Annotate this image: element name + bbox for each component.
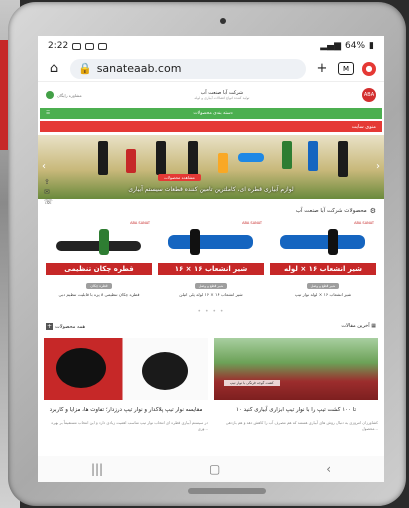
notification-icon [72, 42, 82, 50]
product-name[interactable]: قطره چکان تنظیمی ۸ پره با قابلیت تنظیم د… [59, 292, 140, 298]
banner-valve [238, 153, 264, 162]
product-card[interactable]: ABA SANAT قطره چکان تنظیمی قطره چکان قطر… [46, 219, 152, 298]
home-icon[interactable]: ⌂ [46, 61, 62, 76]
status-bar: 2:22 ▂▄▆ 64% ▮ [38, 36, 384, 56]
chat-icon[interactable]: ✉ [44, 188, 53, 196]
tablet-home-bar [188, 488, 266, 494]
banner-fitting [218, 153, 228, 173]
share-icon[interactable]: ⇪ [44, 178, 53, 186]
all-products-link[interactable]: + همه محصولات [46, 323, 86, 331]
product-category[interactable]: شیر قطع و وصل [194, 283, 228, 289]
battery-level: 64% [345, 41, 366, 51]
articles-label: آخرین مقالات [341, 323, 370, 330]
product-shape [99, 229, 109, 255]
hamburger-icon: ☰ [46, 111, 51, 116]
product-shape [189, 229, 200, 255]
browser-toolbar: ⌂ 🔒 sanateaab.com + M ● [38, 56, 384, 82]
site-menu-bar[interactable]: منوی سایت [40, 121, 382, 132]
article-image-label: کشت گوجه فرنگی با نوار تیپ [224, 380, 280, 387]
article-excerpt: کشاورزان امروزی به دنبال روش های آبیاری … [225, 419, 378, 431]
banner-fitting [308, 141, 318, 171]
banner-fitting [156, 141, 166, 175]
new-tab-plus-icon[interactable]: + [314, 61, 330, 76]
front-camera [220, 18, 226, 24]
hero-banner[interactable]: ‹ › مشاهده محصولات لوازم آبیاری قطره ای،… [38, 135, 384, 199]
site-logo-icon[interactable]: ABA [362, 88, 376, 102]
status-time: 2:22 [48, 41, 69, 51]
plus-icon: + [46, 323, 53, 331]
site-menu-label: منوی سایت [351, 123, 376, 130]
phone-icon [46, 91, 54, 99]
product-brand: ABA SANAT [354, 221, 374, 225]
product-carousel: ABA SANAT قطره چکان تنظیمی قطره چکان قطر… [38, 215, 384, 298]
product-strip: شیر انشعاب ۱۶ × ۱۶ [158, 263, 264, 275]
url-text: sanateaab.com [96, 62, 182, 75]
articles-list: مقایسه نوار تیپ پلاکدار و نوار تیپ درزدا… [38, 330, 384, 431]
banner-title: لوازم آبیاری قطره ای، کاملترین تامین کنن… [128, 186, 294, 193]
site-logo-text[interactable]: شرکت آبا صنعت آب تولید کننده انواع اتصال… [194, 90, 249, 100]
product-name[interactable]: شیر انشعاب ۱۶ × ۱۶ لوله پلی اتیلن [179, 292, 242, 298]
banner-fitting [98, 141, 108, 175]
article-card[interactable]: کشت گوجه فرنگی با نوار تیپ ۱۰ تا ۱۰۰ کشت… [214, 338, 378, 431]
product-image[interactable]: ABA SANAT قطره چکان تنظیمی [46, 219, 152, 275]
mail-icon [98, 42, 108, 50]
category-nav-bar[interactable]: ☰ دسته بندی محصولات [40, 108, 382, 119]
recent-apps-icon[interactable]: ||| [91, 462, 103, 476]
signal-icon: ▂▄▆ [320, 41, 342, 51]
product-image[interactable]: ABA SANAT شیر انشعاب ۱۶ × ۱۶ [158, 219, 264, 275]
products-section-label: محصولات شرکت آبا صنعت آب [295, 208, 367, 214]
side-icon-column: ⇪ ✉ ☏ [44, 178, 53, 206]
product-card[interactable]: ABA SANAT شیر انشعاب ۱۶ × لوله شیر قطع و… [270, 219, 376, 298]
product-brand: ABA SANAT [242, 221, 262, 225]
carousel-dots[interactable]: • • • • [38, 308, 384, 315]
product-category[interactable]: قطره چکان [86, 283, 112, 289]
banner-fitting [126, 149, 136, 173]
product-strip: شیر انشعاب ۱۶ × لوله [270, 263, 376, 275]
site-header: مشاوره رایگان شرکت آبا صنعت آب تولید کنن… [38, 82, 384, 108]
product-strip: قطره چکان تنظیمی [46, 263, 152, 275]
banner-fitting [338, 141, 348, 177]
banner-fitting [282, 141, 292, 169]
message-icon [85, 42, 95, 50]
address-bar[interactable]: 🔒 sanateaab.com [70, 58, 306, 79]
back-icon[interactable]: ‹ [326, 462, 331, 476]
product-category[interactable]: شیر قطع و وصل [306, 283, 340, 289]
product-shape [328, 229, 339, 255]
product-brand: ABA SANAT [130, 221, 150, 225]
article-title[interactable]: مقایسه نوار تیپ پلاکدار و نوار تیپ درزدا… [44, 407, 208, 415]
banner-next-arrow-icon[interactable]: › [376, 161, 380, 172]
products-section-title: محصولات شرکت آبا صنعت آب ⚙ [38, 207, 384, 215]
product-name[interactable]: شیر انشعاب ۱۶ × لوله نوار تیپ [295, 292, 351, 298]
lock-icon: 🔒 [78, 62, 92, 75]
product-card[interactable]: ABA SANAT شیر انشعاب ۱۶ × ۱۶ شیر قطع و و… [158, 219, 264, 298]
banner-cta-button[interactable]: مشاهده محصولات [158, 174, 201, 181]
grid-icon: ▦ [371, 323, 376, 330]
article-title[interactable]: ۱۰ تا ۱۰۰ کشت تیپ را با نوار تیپ ابزاری … [214, 407, 378, 415]
article-card[interactable]: مقایسه نوار تیپ پلاکدار و نوار تیپ درزدا… [44, 338, 208, 431]
all-products-label: همه محصولات [55, 324, 86, 331]
browser-menu-icon[interactable]: ● [362, 61, 376, 76]
product-shape [280, 235, 365, 249]
battery-icon: ▮ [369, 41, 374, 51]
lower-section-titles: + همه محصولات آخرین مقالات ▦ [38, 315, 384, 331]
article-excerpt: در سیستم آبیاری قطره ای انتخاب نوار تیپ … [51, 419, 208, 431]
product-image[interactable]: ABA SANAT شیر انشعاب ۱۶ × لوله [270, 219, 376, 275]
android-nav-bar: ||| ▢ ‹ [38, 456, 384, 482]
gear-icon: ⚙ [369, 207, 376, 215]
tape-roll [142, 352, 188, 391]
consult-badge-label: مشاوره رایگان [57, 92, 82, 98]
device-screen: 2:22 ▂▄▆ 64% ▮ ⌂ 🔒 sanateaab.com + M ● م… [38, 36, 384, 482]
category-nav-label: دسته بندی محصولات [193, 111, 233, 116]
tape-roll [56, 348, 106, 389]
home-button-icon[interactable]: ▢ [209, 462, 220, 476]
logo-tagline: تولید کننده انواع اتصالات آبیاری و لوله [194, 96, 250, 100]
consult-badge[interactable]: مشاوره رایگان [46, 91, 82, 99]
articles-section-title: آخرین مقالات ▦ [341, 323, 376, 330]
call-icon[interactable]: ☏ [44, 198, 53, 206]
article-image[interactable] [44, 338, 208, 401]
product-shape [168, 235, 253, 249]
tab-switcher-button[interactable]: M [338, 62, 354, 75]
article-image[interactable]: کشت گوجه فرنگی با نوار تیپ [214, 338, 378, 401]
banner-prev-arrow-icon[interactable]: ‹ [42, 161, 46, 172]
